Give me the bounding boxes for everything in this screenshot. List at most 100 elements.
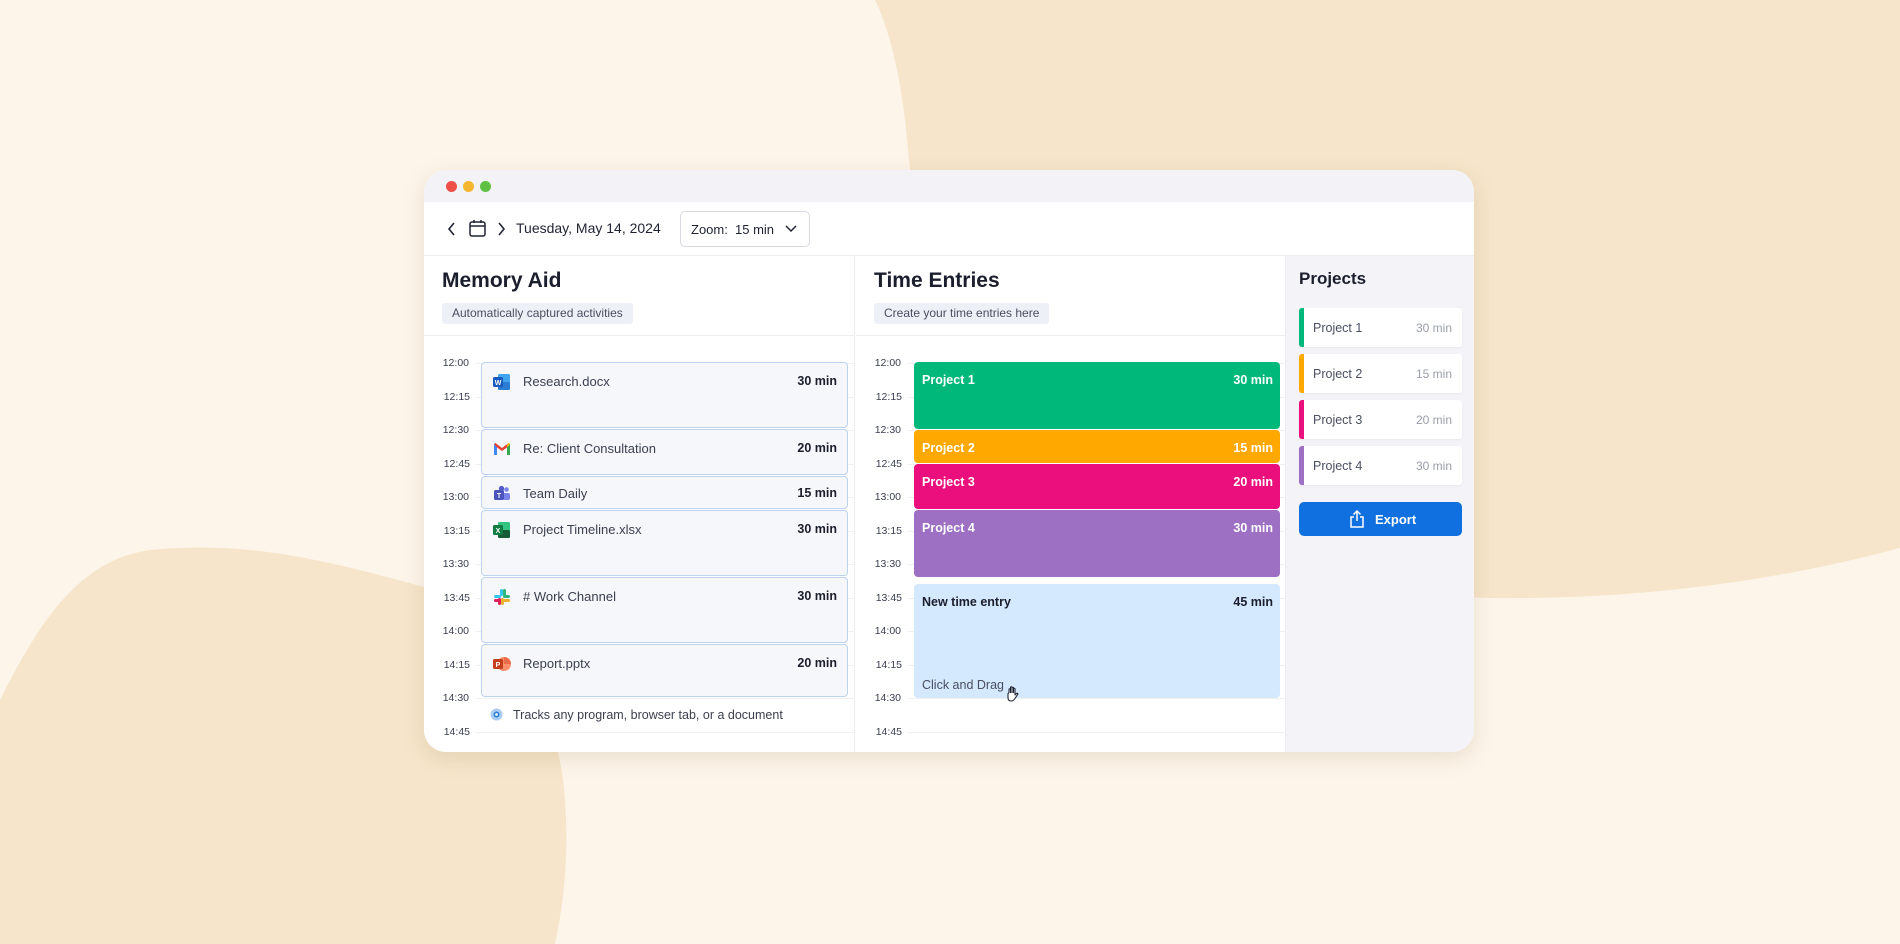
memory-aid-header: Memory Aid Automatically captured activi… — [424, 256, 854, 336]
activity-duration: 20 min — [797, 441, 837, 455]
slack-icon — [494, 589, 510, 605]
maximize-window-button[interactable] — [480, 181, 491, 192]
excel-icon: X — [493, 522, 510, 538]
project-card[interactable]: Project 4 30 min — [1299, 446, 1462, 485]
project-duration: 20 min — [1415, 413, 1452, 427]
activity-block[interactable]: X Project Timeline.xlsx 30 min — [481, 510, 848, 576]
activity-name: Re: Client Consultation — [523, 441, 656, 456]
time-entry-block[interactable]: Project 3 20 min — [914, 464, 1280, 509]
activity-block[interactable]: W Research.docx 30 min — [481, 362, 848, 428]
time-entry-block[interactable]: Project 4 30 min — [914, 510, 1280, 577]
time-tick-label: 13:15 — [443, 524, 470, 537]
time-tick-label: 13:30 — [442, 558, 469, 570]
memory-aid-footer: Tracks any program, browser tab, or a do… — [513, 708, 783, 722]
chevron-left-icon[interactable] — [447, 222, 457, 236]
time-gridline — [908, 731, 1286, 733]
time-tick-label: 13:00 — [874, 491, 901, 503]
time-tick-label: 12:00 — [442, 357, 469, 369]
time-tick-label: 14:00 — [442, 625, 469, 637]
project-duration: 30 min — [1415, 321, 1452, 335]
current-date: Tuesday, May 14, 2024 — [516, 220, 661, 236]
activity-block[interactable]: # Work Channel 30 min — [481, 577, 848, 643]
project-duration: 15 min — [1415, 367, 1452, 381]
time-tick-label: 13:00 — [442, 491, 469, 503]
activity-duration: 30 min — [797, 589, 837, 603]
new-time-entry-name: New time entry — [922, 595, 1011, 609]
svg-text:W: W — [495, 380, 502, 387]
activity-duration: 15 min — [797, 486, 837, 500]
time-entry-name: Project 4 — [922, 521, 975, 535]
svg-text:T: T — [497, 493, 502, 500]
time-entry-duration: 30 min — [1233, 373, 1273, 387]
export-button[interactable]: Export — [1299, 502, 1462, 536]
time-entry-name: Project 2 — [922, 441, 975, 455]
zoom-select[interactable]: Zoom: 15 min — [680, 211, 810, 247]
new-time-entry-duration: 45 min — [1233, 595, 1273, 609]
project-card[interactable]: Project 1 30 min — [1299, 308, 1462, 347]
activity-name: Team Daily — [523, 486, 588, 501]
time-tick-label: 13:30 — [874, 558, 901, 570]
project-name: Project 1 — [1313, 321, 1363, 335]
close-window-button[interactable] — [446, 181, 457, 192]
svg-text:X: X — [496, 528, 501, 535]
time-tick-label: 14:45 — [875, 725, 902, 738]
chevron-down-icon — [785, 225, 797, 233]
time-tick-label: 12:45 — [875, 457, 902, 470]
time-tick-label: 13:15 — [875, 524, 902, 537]
new-time-entry-block[interactable]: New time entry 45 min Click and Drag — [914, 584, 1280, 702]
grab-hand-cursor-icon — [1007, 686, 1019, 702]
word-icon: W — [493, 374, 510, 390]
activity-duration: 30 min — [797, 374, 837, 388]
project-card[interactable]: Project 3 20 min — [1299, 400, 1462, 439]
powerpoint-icon: P — [493, 657, 511, 671]
share-export-icon — [1350, 510, 1364, 528]
activity-block[interactable]: Re: Client Consultation 20 min — [481, 429, 848, 475]
time-entries-header: Time Entries Create your time entries he… — [856, 256, 1285, 336]
memory-aid-panel: Memory Aid Automatically captured activi… — [424, 256, 855, 752]
memory-aid-title: Memory Aid — [442, 269, 562, 292]
teams-icon: T — [494, 485, 510, 500]
time-tick-label: 12:30 — [874, 424, 901, 436]
projects-title: Projects — [1299, 269, 1367, 288]
time-entries-title: Time Entries — [874, 269, 1000, 292]
time-tick-label: 12:30 — [442, 424, 469, 436]
time-tick-label: 13:45 — [443, 591, 470, 604]
calendar-icon[interactable] — [469, 219, 486, 237]
activity-duration: 20 min — [797, 656, 837, 670]
project-card[interactable]: Project 2 15 min — [1299, 354, 1462, 393]
time-entry-name: Project 3 — [922, 475, 975, 489]
time-entries-subtitle: Create your time entries here — [874, 303, 1050, 324]
activity-duration: 30 min — [797, 522, 837, 536]
time-tick-label: 12:15 — [443, 390, 470, 403]
time-tick-label: 14:45 — [443, 725, 470, 738]
chevron-right-icon[interactable] — [496, 222, 506, 236]
time-entry-duration: 15 min — [1233, 441, 1273, 455]
time-gridline — [476, 698, 854, 699]
time-entries-panel: Time Entries Create your time entries he… — [856, 256, 1286, 752]
activity-block[interactable]: T Team Daily 15 min — [481, 476, 848, 509]
time-entry-block[interactable]: Project 1 30 min — [914, 362, 1280, 429]
activity-block[interactable]: P Report.pptx 20 min — [481, 644, 848, 697]
project-duration: 30 min — [1415, 459, 1452, 473]
title-bar — [424, 170, 1474, 202]
time-tick-label: 12:45 — [443, 457, 470, 470]
project-name: Project 4 — [1313, 459, 1363, 473]
activity-name: Project Timeline.xlsx — [523, 522, 642, 537]
memory-aid-subtitle: Automatically captured activities — [442, 303, 633, 324]
time-tick-label: 14:00 — [874, 625, 901, 637]
projects-panel: Projects Project 1 30 min Project 2 15 m… — [1286, 256, 1474, 752]
time-entry-duration: 30 min — [1233, 521, 1273, 535]
time-tick-label: 14:30 — [442, 692, 469, 704]
time-entry-name: Project 1 — [922, 373, 975, 387]
time-tick-label: 14:15 — [875, 658, 902, 671]
project-name: Project 3 — [1313, 413, 1363, 427]
activity-name: # Work Channel — [523, 589, 616, 604]
app-window: Tuesday, May 14, 2024 Zoom: 15 min Memor… — [424, 170, 1474, 752]
time-tick-label: 12:15 — [875, 390, 902, 403]
time-entry-block[interactable]: Project 2 15 min — [914, 430, 1280, 463]
tracking-info-icon — [490, 708, 503, 721]
minimize-window-button[interactable] — [463, 181, 474, 192]
time-tick-label: 12:00 — [874, 357, 901, 369]
time-tick-label: 13:45 — [875, 591, 902, 604]
click-and-drag-hint: Click and Drag — [922, 678, 1004, 692]
